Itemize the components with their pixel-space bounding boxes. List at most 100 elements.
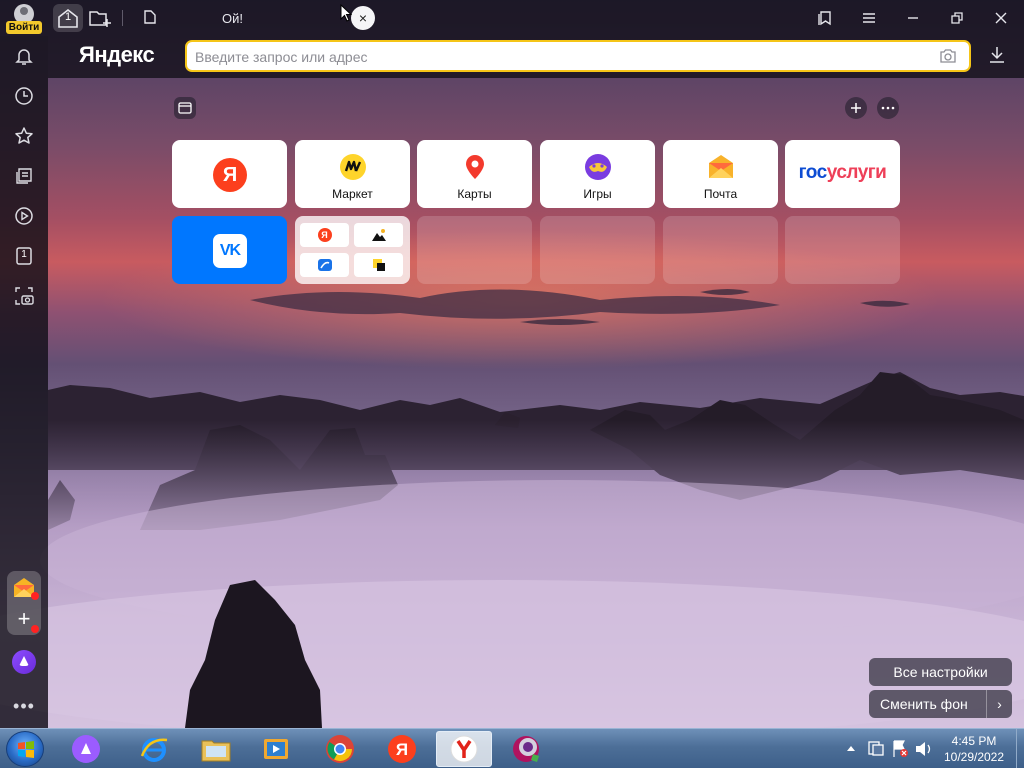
- menu-button[interactable]: [856, 4, 882, 32]
- tile-games[interactable]: Игры: [540, 140, 655, 208]
- mail-notification-dot: [31, 592, 39, 600]
- home-tab-button[interactable]: 1: [53, 4, 83, 32]
- new-tab-group-button[interactable]: [86, 4, 114, 32]
- bookmarks-button[interactable]: [12, 124, 36, 148]
- taskbar-app[interactable]: [500, 731, 552, 767]
- home-tab-count: 1: [64, 11, 72, 23]
- hamburger-menu-icon: [863, 13, 875, 23]
- yandex-logo[interactable]: Яндекс: [79, 42, 155, 68]
- tab-oops[interactable]: Ой!: [136, 4, 336, 32]
- tile-mail[interactable]: Почта: [663, 140, 778, 208]
- show-hidden-icons-icon: [847, 746, 855, 751]
- close-window-button[interactable]: [988, 4, 1014, 32]
- show-desktop-button[interactable]: [1016, 729, 1024, 768]
- media-player-icon: [264, 739, 288, 759]
- clock-date: 10/29/2022: [943, 750, 1005, 764]
- collections-button[interactable]: [812, 4, 838, 32]
- tile-maps[interactable]: Карты: [417, 140, 532, 208]
- tile-empty-slot[interactable]: [417, 216, 532, 284]
- screenshot-button[interactable]: [12, 284, 36, 308]
- omnibox[interactable]: [185, 40, 971, 72]
- volume-icon: [916, 742, 925, 756]
- plus-icon: [851, 103, 861, 113]
- sidebar-mail-panel[interactable]: +: [7, 571, 41, 635]
- tile-vk[interactable]: VK: [172, 216, 287, 284]
- background-wallpaper: [0, 0, 1024, 728]
- taskbar-clock[interactable]: 4:45 PM 10/29/2022: [935, 733, 1013, 765]
- taskbar-alice[interactable]: [60, 731, 112, 767]
- vk-logo-icon: VK: [213, 234, 247, 268]
- taskbar-internet-explorer[interactable]: [128, 731, 180, 767]
- document-icon: [144, 9, 166, 27]
- documents-icon: [372, 259, 385, 271]
- change-background-button[interactable]: Сменить фон ›: [869, 690, 1012, 718]
- folder-item-disk: [300, 253, 349, 277]
- chrome-icon: [326, 735, 354, 763]
- left-sidebar: 1 + •••: [0, 36, 48, 728]
- screenshot-camera-icon: [15, 287, 34, 305]
- all-settings-button[interactable]: Все настройки: [869, 658, 1012, 686]
- internet-explorer-icon: [140, 738, 168, 762]
- alice-icon: [72, 735, 100, 763]
- yandex-browser-icon: Я: [388, 735, 416, 763]
- start-button[interactable]: [6, 731, 44, 767]
- market-icon: [339, 154, 366, 180]
- tray-icons: [847, 740, 931, 757]
- taskbar-yandex-active[interactable]: [436, 731, 492, 767]
- login-button[interactable]: Войти: [6, 3, 42, 34]
- title-separator: [122, 10, 123, 26]
- bell-icon: [15, 49, 33, 65]
- tab-panel-toggle-button[interactable]: [174, 97, 196, 119]
- open-tabs-button[interactable]: 1: [12, 244, 36, 268]
- add-notification-dot: [31, 625, 39, 633]
- download-icon[interactable]: [989, 46, 1005, 64]
- tile-market[interactable]: Маркет: [295, 140, 410, 208]
- bookmarks-icon: [818, 11, 831, 26]
- ellipsis-icon: [881, 106, 895, 110]
- folder-plus-icon: [89, 11, 111, 27]
- tile-label: Игры: [583, 187, 612, 201]
- app-shield-icon: [513, 736, 539, 762]
- tile-yandex[interactable]: Я: [172, 140, 287, 208]
- star-icon: [15, 127, 33, 144]
- tile-folder[interactable]: Я: [295, 216, 410, 284]
- restore-button[interactable]: [944, 4, 970, 32]
- yandex-mini-icon: Я: [317, 228, 332, 242]
- taskbar-yandex-browser[interactable]: Я: [376, 731, 428, 767]
- taskbar-media-player[interactable]: [250, 731, 302, 767]
- taskbar-chrome[interactable]: [314, 731, 366, 767]
- windows-logo-icon: [18, 741, 34, 758]
- title-bar: Войти 1 Ой! ×: [0, 0, 1024, 36]
- close-tab-button[interactable]: ×: [351, 6, 375, 30]
- map-pin-icon: [465, 155, 484, 179]
- wallpaper-landscape: [0, 230, 1024, 728]
- svg-text:Я: Я: [396, 740, 408, 759]
- clock-time: 4:45 PM: [951, 734, 997, 748]
- tile-gosuslugi[interactable]: госуслуги: [785, 140, 900, 208]
- windows-taskbar: Я 4:45 PM 10/29/2022: [0, 728, 1024, 768]
- news-feed-icon: [16, 168, 32, 184]
- minimize-button[interactable]: [900, 4, 926, 32]
- mail-envelope-icon: [708, 155, 733, 178]
- history-button[interactable]: [12, 84, 36, 108]
- folder-item-docs: [354, 253, 403, 277]
- taskbar-explorer[interactable]: [190, 731, 242, 767]
- tile-empty-slot[interactable]: [540, 216, 655, 284]
- minimize-icon: [908, 17, 918, 19]
- video-button[interactable]: [12, 204, 36, 228]
- disk-icon: [317, 259, 332, 271]
- notifications-button[interactable]: [12, 44, 36, 68]
- add-tile-button[interactable]: [845, 97, 867, 119]
- next-background-button[interactable]: ›: [986, 690, 1012, 718]
- tile-empty-slot[interactable]: [785, 216, 900, 284]
- mouse-cursor-icon: [340, 4, 352, 22]
- tile-label: Почта: [703, 187, 738, 201]
- zen-button[interactable]: [12, 164, 36, 188]
- sidebar-more-button[interactable]: •••: [12, 696, 36, 717]
- close-icon: [995, 12, 1007, 24]
- tiles-more-button[interactable]: [877, 97, 899, 119]
- search-input[interactable]: [195, 47, 915, 67]
- camera-search-icon[interactable]: [939, 48, 957, 64]
- alice-assistant-button[interactable]: [12, 650, 36, 674]
- tile-empty-slot[interactable]: [663, 216, 778, 284]
